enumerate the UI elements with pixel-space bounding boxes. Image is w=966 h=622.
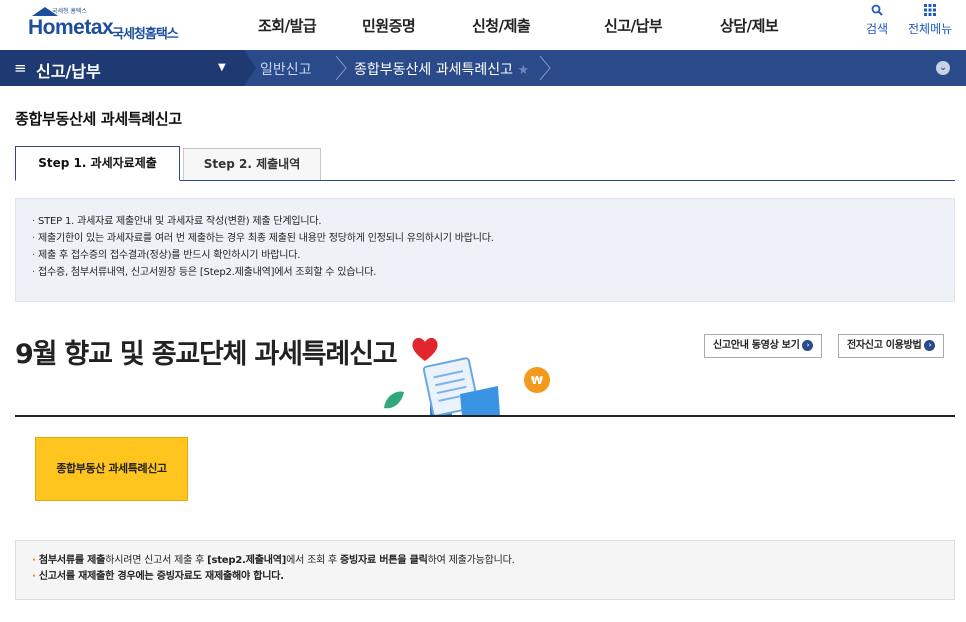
caret-down-icon: ▼	[218, 62, 226, 73]
breadcrumb-arrow	[244, 50, 256, 86]
video-guide-label: 신고안내 동영상 보기	[713, 340, 800, 351]
search-label: 검색	[866, 22, 889, 36]
breadcrumb-separator-icon	[335, 56, 347, 80]
breadcrumb-item-current[interactable]: 종합부동산세 과세특례신고 ★	[354, 59, 529, 79]
gnb-item-application[interactable]: 신청/제출	[472, 15, 531, 36]
page-title: 종합부동산세 과세특례신고	[15, 110, 182, 128]
banner-divider	[15, 415, 955, 417]
gnb-item-consult[interactable]: 상담/제보	[720, 15, 779, 36]
chevron-right-icon: ›	[802, 339, 814, 351]
gnb-item-filing[interactable]: 신고/납부	[604, 15, 663, 36]
breadcrumb-bar: ≡ 신고/납부 ▼ 일반신고 종합부동산세 과세특례신고 ★ ⌄	[0, 50, 966, 86]
hometax-logo[interactable]: 국세청 홈택스 Hometax 국세청홈택스	[14, 4, 200, 44]
top-header: 국세청 홈택스 Hometax 국세청홈택스 조회/발급 민원증명 신청/제출 …	[0, 0, 966, 50]
notice-box: 첨부서류를 제출하시려면 신고서 제출 후 [step2.제출내역]에서 조회 …	[15, 540, 955, 600]
hamburger-icon: ≡	[14, 59, 27, 77]
property-tax-special-filing-button[interactable]: 종합부동산 과세특례신고	[35, 437, 188, 501]
star-icon[interactable]: ★	[517, 63, 529, 78]
notice-item: 첨부서류를 제출하시려면 신고서 제출 후 [step2.제출내역]에서 조회 …	[32, 553, 938, 569]
document-illustration-icon: ₩	[384, 357, 550, 416]
logo-korean-text: 국세청홈택스	[112, 27, 179, 42]
gnb-item-inquiry[interactable]: 조회/발급	[258, 15, 317, 36]
chevron-down-icon[interactable]: ⌄	[936, 61, 950, 75]
logo-small-text: 국세청 홈택스	[52, 8, 88, 15]
gnb-item-certificate[interactable]: 민원증명	[362, 15, 416, 36]
info-item: 제출 후 접수증의 접수결과(정상)를 반드시 확인하시기 바랍니다.	[32, 247, 938, 264]
breadcrumb-item-general[interactable]: 일반신고	[260, 59, 312, 79]
search-icon	[866, 4, 888, 20]
info-box: STEP 1. 과세자료 제출안내 및 과세자료 작성(변환) 제출 단계입니다…	[15, 198, 955, 302]
breadcrumb-separator-icon	[539, 56, 551, 80]
info-item: STEP 1. 과세자료 제출안내 및 과세자료 작성(변환) 제출 단계입니다…	[32, 213, 938, 230]
notice-item: 신고서를 재제출한 경우에는 증빙자료도 재제출해야 합니다.	[32, 569, 938, 585]
svg-text:₩: ₩	[531, 374, 543, 387]
all-menu-label: 전체메뉴	[908, 22, 953, 36]
e-filing-howto-label: 전자신고 이용방법	[847, 340, 922, 351]
grid-menu-icon	[908, 4, 952, 20]
e-filing-howto-button[interactable]: 전자신고 이용방법 ›	[838, 334, 945, 358]
tab-step1[interactable]: Step 1. 과세자료제출	[15, 146, 180, 181]
logo-wordmark: Hometax	[28, 16, 114, 39]
all-menu-button[interactable]: 전체메뉴	[908, 4, 952, 37]
category-menu-button[interactable]: ≡ 신고/납부 ▼	[0, 50, 256, 86]
banner-title: 9월 향교 및 종교단체 과세특례신고	[15, 339, 398, 370]
info-item: 제출기한이 있는 과세자료를 여러 번 제출하는 경우 최종 제출된 내용만 정…	[32, 230, 938, 247]
info-item: 접수증, 첨부서류내역, 신고서원장 등은 [Step2.제출내역]에서 조회할…	[32, 264, 938, 281]
search-button[interactable]: 검색	[866, 4, 888, 37]
chevron-right-icon: ›	[924, 339, 936, 351]
category-label: 신고/납부	[36, 62, 101, 81]
tab-step2[interactable]: Step 2. 제출내역	[183, 148, 321, 180]
video-guide-button[interactable]: 신고안내 동영상 보기 ›	[704, 334, 823, 358]
